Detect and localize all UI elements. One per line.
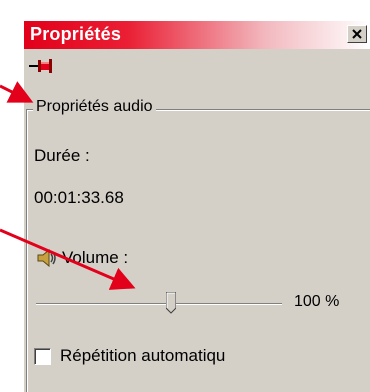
pin-button[interactable] [29,57,53,75]
volume-slider[interactable] [34,289,284,319]
title-bar[interactable]: Propriétés [24,21,370,49]
speaker-icon [36,247,58,269]
repeat-label: Répétition automatiqu [60,346,226,365]
close-icon [352,29,362,39]
repeat-checkbox[interactable] [34,348,51,365]
panel-title: Propriétés [30,24,122,44]
close-button[interactable] [347,25,367,43]
group-title: Propriétés audio [33,98,156,116]
duration-label: Durée : [34,146,90,165]
pushpin-icon [29,59,52,73]
properties-panel: Propriétés Propriétés audio Durée : 00:0… [23,20,370,392]
volume-label: Volume : [62,248,129,267]
slider-thumb[interactable] [165,291,177,314]
slider-track [36,303,282,305]
volume-value: 100 % [294,293,340,310]
duration-value: 00:01:33.68 [34,188,124,207]
